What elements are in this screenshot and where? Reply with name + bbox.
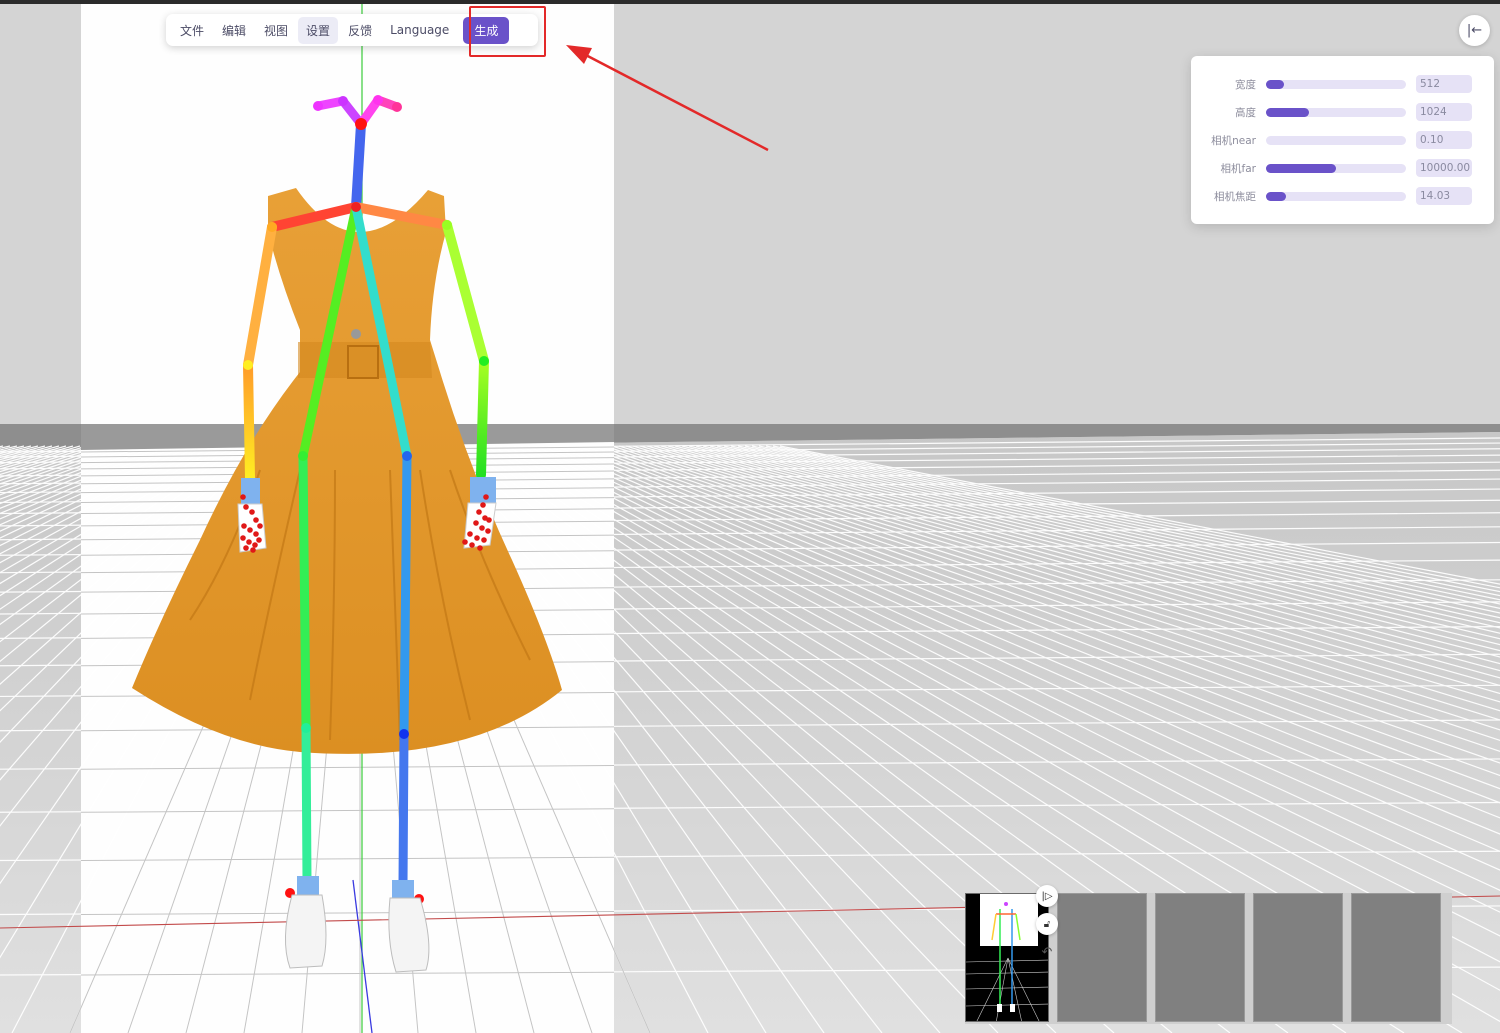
camera-far-input[interactable]: 10000.00 — [1416, 159, 1472, 177]
setting-label: 相机far — [1220, 162, 1256, 175]
menu-file[interactable]: 文件 — [172, 17, 212, 44]
setting-label: 相机焦距 — [1214, 190, 1256, 203]
setting-label: 相机near — [1211, 134, 1256, 147]
camera-near-slider[interactable] — [1266, 135, 1406, 145]
frame-thumbnail-empty[interactable] — [1057, 893, 1147, 1022]
frame-thumbnail-empty[interactable] — [1351, 893, 1441, 1022]
menu-language[interactable]: Language — [382, 18, 457, 42]
reset-button[interactable]: ↶ — [1036, 941, 1058, 963]
generate-button[interactable]: 生成 — [463, 16, 510, 44]
menu-feedback[interactable]: 反馈 — [340, 17, 380, 44]
top-menu-bar: 文件 编辑 视图 设置 反馈 Language 生成 — [166, 14, 538, 46]
play-icon: |▷ — [1041, 890, 1053, 902]
setting-row-focal-length: 相机焦距 14.03 — [1191, 182, 1494, 210]
slider-fill — [1266, 107, 1310, 117]
menu-edit[interactable]: 编辑 — [214, 17, 254, 44]
setting-row-camera-far: 相机far 10000.00 — [1191, 154, 1494, 182]
menu-view[interactable]: 视图 — [256, 17, 296, 44]
setting-label: 宽度 — [1235, 78, 1256, 91]
menu-settings[interactable]: 设置 — [298, 16, 339, 44]
focal-length-slider[interactable] — [1266, 191, 1406, 201]
focal-length-input[interactable]: 14.03 — [1416, 187, 1472, 205]
setting-label: 高度 — [1235, 106, 1256, 119]
width-input[interactable]: 512 — [1416, 75, 1472, 93]
frame-thumbnail-empty[interactable] — [1253, 893, 1343, 1022]
play-button[interactable]: |▷ — [1036, 885, 1058, 907]
camera-near-input[interactable]: 0.10 — [1416, 131, 1472, 149]
slider-fill — [1266, 163, 1336, 173]
width-slider[interactable] — [1266, 79, 1406, 89]
slider-fill — [1266, 79, 1285, 89]
frame-tools: |▷ 🔓︎ ↶ — [1036, 885, 1058, 963]
unlock-icon: 🔓︎ — [1043, 918, 1051, 930]
collapse-panel-icon: |← — [1466, 23, 1483, 38]
height-slider[interactable] — [1266, 107, 1406, 117]
camera-far-slider[interactable] — [1266, 163, 1406, 173]
slider-fill — [1266, 191, 1286, 201]
camera-settings-panel: 宽度 512 高度 1024 相机near 0.10 相机far 10000.0… — [1191, 56, 1494, 224]
lock-button[interactable]: 🔓︎ — [1036, 913, 1058, 935]
collapse-panel-button[interactable]: |← — [1459, 15, 1490, 46]
undo-icon: ↶ — [1041, 944, 1053, 960]
setting-row-width: 宽度 512 — [1191, 70, 1494, 98]
setting-row-camera-near: 相机near 0.10 — [1191, 126, 1494, 154]
frame-thumbnail-empty[interactable] — [1155, 893, 1245, 1022]
setting-row-height: 高度 1024 — [1191, 98, 1494, 126]
height-input[interactable]: 1024 — [1416, 103, 1472, 121]
